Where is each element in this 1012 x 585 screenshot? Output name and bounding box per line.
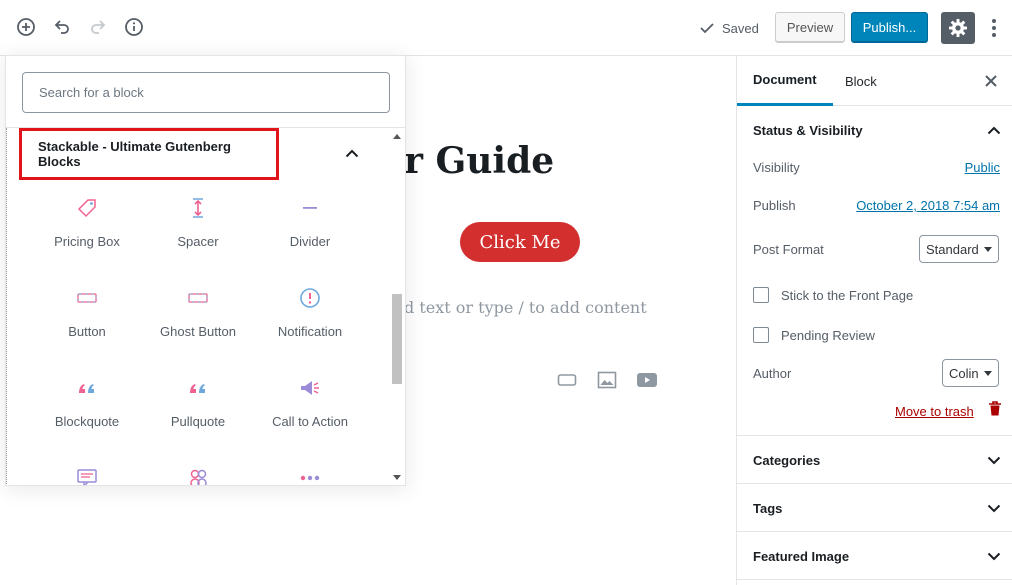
post-title[interactable]: r Guide <box>404 140 554 182</box>
block-label: Pullquote <box>170 414 226 429</box>
block-item-team-member[interactable] <box>148 466 248 485</box>
chevron-down-icon <box>984 371 992 376</box>
check-icon <box>700 22 714 34</box>
block-item-ghost-button[interactable]: Ghost Button <box>148 286 248 366</box>
publish-date-link[interactable]: October 2, 2018 7:54 am <box>856 198 1000 213</box>
post-format-value: Standard <box>926 241 979 257</box>
tags-panel-title[interactable]: Tags <box>753 501 782 516</box>
team-member-icon <box>186 466 210 485</box>
featured-image-panel-title[interactable]: Featured Image <box>753 549 849 564</box>
block-item-pricing-box[interactable]: Pricing Box <box>37 196 137 276</box>
block-label: Call to Action <box>272 414 348 429</box>
panel-divider <box>737 579 1012 580</box>
ghost-button-icon <box>186 286 210 310</box>
tab-document[interactable]: Document <box>737 56 833 106</box>
panel-divider <box>737 483 1012 484</box>
saved-status: Saved <box>700 19 759 37</box>
chevron-up-icon[interactable] <box>985 121 1003 139</box>
panel-divider <box>737 435 1012 436</box>
pullquote-icon <box>186 376 210 400</box>
megaphone-icon <box>298 376 322 400</box>
block-item-button[interactable]: Button <box>37 286 137 366</box>
editor-toolbar: Saved Preview Publish... <box>0 0 1012 56</box>
chevron-down-icon[interactable] <box>985 451 1003 469</box>
undo-icon[interactable] <box>51 16 73 38</box>
author-label: Author <box>753 366 792 381</box>
preview-button[interactable]: Preview <box>775 12 845 43</box>
block-label: Divider <box>289 234 331 249</box>
notification-icon <box>298 286 322 310</box>
video-block-icon[interactable] <box>636 370 658 390</box>
chevron-up-icon[interactable] <box>343 144 361 162</box>
saved-label: Saved <box>722 20 759 36</box>
block-item-call-to-action[interactable]: Call to Action <box>260 376 360 456</box>
block-label: Spacer <box>177 234 219 249</box>
block-list: Stackable - Ultimate Gutenberg Blocks Pr… <box>6 128 405 485</box>
scroll-up-arrow-icon[interactable] <box>393 134 401 139</box>
sidebar-tabs: Document Block <box>737 56 1012 106</box>
publish-label: Publish <box>753 198 796 213</box>
paragraph-placeholder[interactable]: d text or type / to add content <box>404 298 647 317</box>
block-label: Pricing Box <box>54 234 120 249</box>
pending-review-label[interactable]: Pending Review <box>781 328 875 343</box>
inserter-search-area <box>6 56 405 128</box>
block-inserter-popover: Stackable - Ultimate Gutenberg Blocks Pr… <box>5 55 406 486</box>
block-label: Button <box>68 324 106 339</box>
author-select[interactable]: Colin <box>942 359 999 387</box>
cta-button[interactable]: Click Me <box>460 222 580 262</box>
pending-review-checkbox[interactable] <box>753 327 769 343</box>
sticky-label[interactable]: Stick to the Front Page <box>781 288 913 303</box>
testimonial-icon <box>75 466 99 485</box>
block-label: Blockquote <box>54 414 120 429</box>
block-search-input[interactable] <box>22 72 390 113</box>
categories-panel-title[interactable]: Categories <box>753 453 820 468</box>
block-label: Ghost Button <box>160 324 236 339</box>
plus-circle-icon[interactable] <box>15 16 37 38</box>
block-item-divider[interactable]: Divider <box>260 196 360 276</box>
gear-icon[interactable] <box>941 12 975 44</box>
status-visibility-title[interactable]: Status & Visibility <box>753 123 863 138</box>
settings-sidebar: Document Block Status & Visibility Visib… <box>736 56 1012 585</box>
chevron-down-icon[interactable] <box>985 547 1003 565</box>
blockquote-icon <box>75 376 99 400</box>
publish-button[interactable]: Publish... <box>851 12 928 43</box>
post-format-select[interactable]: Standard <box>919 235 999 263</box>
button-block-icon[interactable] <box>556 370 578 390</box>
block-item-pullquote[interactable]: Pullquote <box>148 376 248 456</box>
block-item-spacer[interactable]: Spacer <box>148 196 248 276</box>
close-icon[interactable] <box>981 71 1001 91</box>
trash-icon[interactable] <box>986 400 1004 418</box>
divider-icon <box>298 196 322 220</box>
scroll-down-arrow-icon[interactable] <box>393 475 401 480</box>
redo-icon[interactable] <box>87 16 109 38</box>
block-item-blockquote[interactable]: Blockquote <box>37 376 137 456</box>
panel-divider <box>737 531 1012 532</box>
block-item-testimonial[interactable] <box>37 466 137 485</box>
more-dots-icon <box>298 466 322 485</box>
visibility-link[interactable]: Public <box>965 160 1000 175</box>
more-vertical-icon[interactable] <box>984 16 1004 40</box>
block-item-more[interactable] <box>260 466 360 485</box>
post-format-label: Post Format <box>753 242 824 257</box>
author-value: Colin <box>949 365 979 381</box>
price-tag-icon <box>75 196 99 220</box>
chevron-down-icon[interactable] <box>985 499 1003 517</box>
chevron-down-icon <box>984 247 992 252</box>
info-icon[interactable] <box>123 16 145 38</box>
image-block-icon[interactable] <box>596 370 618 390</box>
stackable-panel-header[interactable]: Stackable - Ultimate Gutenberg Blocks <box>19 128 279 180</box>
visibility-label: Visibility <box>753 160 800 175</box>
tab-block[interactable]: Block <box>845 56 877 106</box>
button-icon <box>75 286 99 310</box>
block-list-scrollbar[interactable] <box>390 128 404 485</box>
move-to-trash-link[interactable]: Move to trash <box>895 404 974 419</box>
spacer-icon <box>186 196 210 220</box>
block-item-notification[interactable]: Notification <box>260 286 360 366</box>
scroll-thumb[interactable] <box>392 294 402 384</box>
sticky-checkbox[interactable] <box>753 287 769 303</box>
block-label: Notification <box>277 324 343 339</box>
